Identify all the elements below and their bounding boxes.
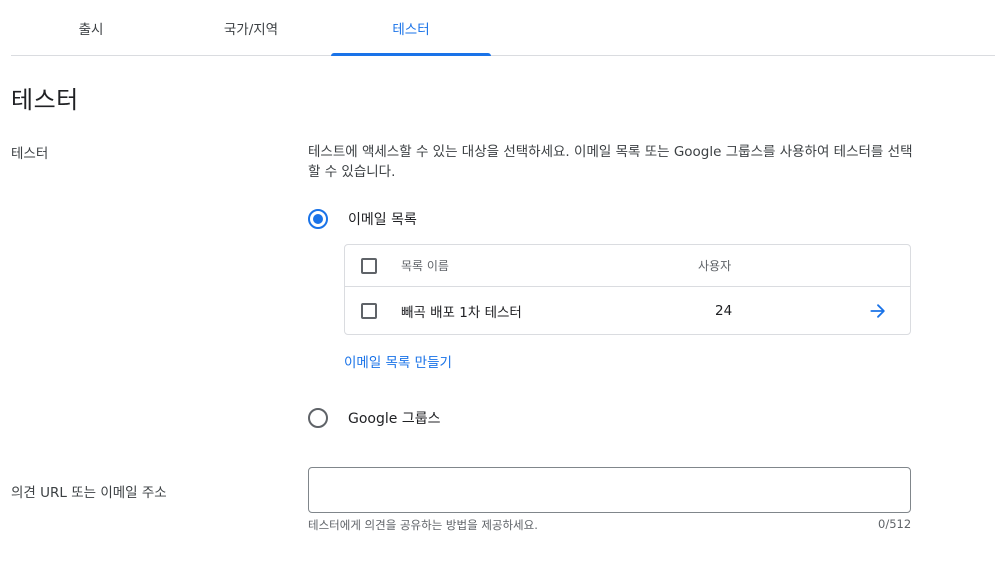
tab-countries-label: 국가/지역 xyxy=(223,21,279,38)
table-header-row: 목록 이름 사용자 xyxy=(345,245,910,287)
google-groups-option[interactable]: Google 그룹스 xyxy=(308,408,440,428)
email-list-table: 목록 이름 사용자 빼곡 배포 1차 테스터 24 xyxy=(344,244,911,335)
email-list-option[interactable]: 이메일 목록 xyxy=(308,209,417,229)
feedback-helper-text: 테스터에게 의견을 공유하는 방법을 제공하세요. xyxy=(308,518,538,532)
email-list-option-label: 이메일 목록 xyxy=(348,212,417,228)
feedback-url-input[interactable] xyxy=(308,467,911,513)
list-name-cell: 빼곡 배포 1차 테스터 xyxy=(401,305,522,321)
character-counter: 0/512 xyxy=(878,517,912,531)
email-list-radio[interactable] xyxy=(308,209,328,229)
active-tab-indicator xyxy=(331,53,491,56)
row-checkbox[interactable] xyxy=(361,303,377,319)
testers-label: 테스터 xyxy=(11,146,49,162)
testers-description: 테스트에 액세스할 수 있는 대상을 선택하세요. 이메일 목록 또는 Goog… xyxy=(308,144,913,180)
arrow-right-icon[interactable] xyxy=(868,301,888,321)
tab-countries[interactable]: 국가/지역 xyxy=(171,0,331,55)
tab-testers[interactable]: 테스터 xyxy=(331,0,491,56)
tab-testers-label: 테스터 xyxy=(392,21,430,38)
column-header-list-name: 목록 이름 xyxy=(401,259,449,273)
page-title: 테스터 xyxy=(11,86,79,114)
user-count-cell: 24 xyxy=(715,303,733,319)
google-groups-radio[interactable] xyxy=(308,408,328,428)
feedback-label: 의견 URL 또는 이메일 주소 xyxy=(11,485,167,501)
google-groups-option-label: Google 그룹스 xyxy=(348,411,441,427)
table-row[interactable]: 빼곡 배포 1차 테스터 24 xyxy=(345,287,910,335)
column-header-users: 사용자 xyxy=(698,259,732,273)
tab-bar: 출시 국가/지역 테스터 xyxy=(11,0,995,56)
create-email-list-link[interactable]: 이메일 목록 만들기 xyxy=(344,351,452,371)
tab-release[interactable]: 출시 xyxy=(11,0,171,55)
tab-release-label: 출시 xyxy=(78,21,104,38)
select-all-checkbox[interactable] xyxy=(361,257,377,274)
